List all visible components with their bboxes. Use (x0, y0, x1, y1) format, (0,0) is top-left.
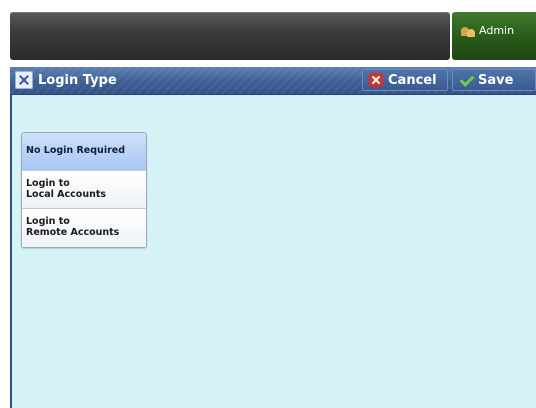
option-no-login-required[interactable]: No Login Required (22, 133, 146, 171)
check-icon (459, 73, 473, 87)
option-label: Login to Remote Accounts (26, 216, 120, 238)
save-button[interactable]: Save (452, 69, 536, 91)
tools-icon (15, 71, 33, 89)
cancel-label: Cancel (388, 72, 437, 88)
option-login-local-accounts[interactable]: Login to Local Accounts (22, 171, 146, 209)
cancel-button[interactable]: Cancel (362, 69, 448, 91)
admin-users-icon (460, 24, 476, 37)
option-label: Login to Local Accounts (26, 177, 107, 200)
message-area (10, 12, 450, 60)
top-status-bar: Admin (0, 0, 536, 65)
title-bar: Login Type Cancel Save (10, 67, 536, 95)
option-label: No Login Required (26, 145, 125, 157)
save-label: Save (478, 72, 514, 88)
cancel-icon (369, 73, 383, 87)
page-title-text: Login Type (38, 72, 117, 88)
content-area: No Login Required Login to Local Account… (10, 95, 536, 408)
login-type-options: No Login Required Login to Local Account… (21, 132, 147, 248)
admin-button[interactable]: Admin (452, 12, 536, 60)
content-left-edge (10, 95, 12, 408)
admin-label: Admin (479, 24, 515, 37)
option-login-remote-accounts[interactable]: Login to Remote Accounts (22, 209, 146, 247)
page-title: Login Type (15, 71, 117, 89)
